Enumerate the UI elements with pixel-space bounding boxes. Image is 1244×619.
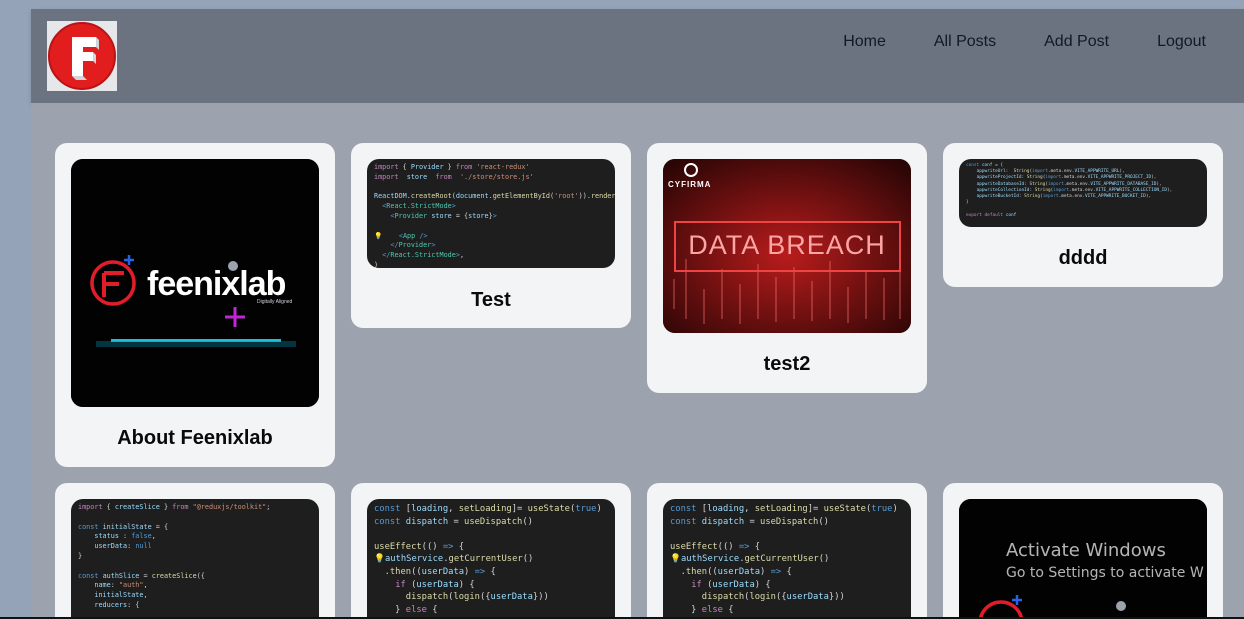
post-card[interactable]: const [loading, setLoading]= useState(tr… <box>647 483 927 619</box>
post-card[interactable]: feenixlab Digitally Aligned About Feenix… <box>55 143 335 467</box>
post-image: const conf = { appwriteUrl: String(impor… <box>959 159 1207 227</box>
nav-add-post[interactable]: Add Post <box>1020 31 1133 53</box>
nav-all-posts[interactable]: All Posts <box>910 31 1020 53</box>
post-image: feenixlab Digitally Aligned <box>71 159 319 407</box>
main-nav: Home All Posts Add Post Logout <box>819 31 1230 53</box>
post-title: About Feenixlab <box>117 427 273 449</box>
post-title: Test <box>471 289 511 311</box>
watermark-title: Activate Windows <box>1006 540 1166 561</box>
post-image: import { createSlice } from "@reduxjs/to… <box>71 499 319 619</box>
post-card[interactable]: const [loading, setLoading]= useState(tr… <box>351 483 631 619</box>
site-logo[interactable] <box>47 21 117 91</box>
data-breach-headline: DATA BREACH <box>688 230 886 260</box>
post-card[interactable]: import { Provider } from 'react-redux' i… <box>351 143 631 328</box>
post-image: CYFIRMA DATA BREACH <box>663 159 911 333</box>
post-card[interactable]: CYFIRMA DATA BREACH test2 <box>647 143 927 393</box>
cyfirma-logo-text: CYFIRMA <box>668 180 712 189</box>
watermark-subtitle: Go to Settings to activate W <box>1006 565 1204 581</box>
site-header: Home All Posts Add Post Logout <box>31 9 1244 103</box>
post-card[interactable]: import { createSlice } from "@reduxjs/to… <box>55 483 335 619</box>
feenixlab-tagline: Digitally Aligned <box>257 299 293 305</box>
window-left-edge <box>0 0 31 619</box>
nav-home[interactable]: Home <box>819 31 910 53</box>
post-image: const [loading, setLoading]= useState(tr… <box>663 499 911 619</box>
post-image: import { Provider } from 'react-redux' i… <box>367 159 615 268</box>
post-title: dddd <box>1058 247 1108 269</box>
feenix-logo-icon <box>48 22 116 90</box>
window-top-edge <box>0 0 1244 9</box>
post-card[interactable]: const conf = { appwriteUrl: String(impor… <box>943 143 1223 287</box>
post-image: const [loading, setLoading]= useState(tr… <box>367 499 615 619</box>
nav-logout[interactable]: Logout <box>1133 31 1230 53</box>
post-title: test2 <box>763 353 811 375</box>
windows-activation-watermark: Activate Windows Go to Settings to activ… <box>1006 540 1204 581</box>
